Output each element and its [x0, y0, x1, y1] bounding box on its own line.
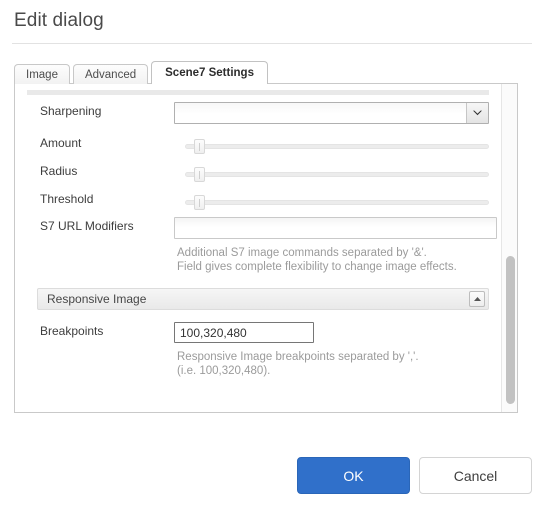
tab-advanced[interactable]: Advanced	[72, 64, 149, 84]
field-row-amount: Amount	[15, 134, 500, 156]
label-sharpening: Sharpening	[40, 104, 102, 118]
panel-scrollbar-thumb[interactable]	[506, 256, 515, 404]
tab-scene7-settings[interactable]: Scene7 Settings	[151, 61, 268, 84]
field-row-breakpoints: Breakpoints	[15, 322, 500, 344]
radius-slider-track	[185, 172, 489, 177]
threshold-slider-handle[interactable]	[194, 195, 205, 210]
label-s7-url-modifiers: S7 URL Modifiers	[40, 219, 134, 233]
cancel-button[interactable]: Cancel	[419, 457, 532, 494]
title-divider	[12, 43, 532, 44]
chevron-down-icon[interactable]	[466, 103, 488, 123]
amount-slider-handle[interactable]	[194, 139, 205, 154]
panel-vertical-scrollbar[interactable]	[501, 84, 517, 412]
panel-scroll-content: Sharpening Amount Radius Threshold S7 UR…	[15, 84, 500, 412]
radius-slider[interactable]	[177, 167, 489, 182]
chevron-up-icon[interactable]	[469, 291, 485, 307]
amount-slider[interactable]	[177, 139, 489, 154]
tab-image[interactable]: Image	[14, 64, 70, 84]
breakpoints-input[interactable]	[174, 322, 314, 343]
field-row-threshold: Threshold	[15, 190, 500, 212]
section-title-responsive-image: Responsive Image	[47, 292, 147, 306]
label-radius: Radius	[40, 164, 78, 178]
field-row-sharpening: Sharpening	[15, 102, 500, 124]
tab-strip: Image Advanced Scene7 Settings	[14, 61, 271, 84]
field-row-radius: Radius	[15, 162, 500, 184]
threshold-slider-track	[185, 200, 489, 205]
s7-url-modifiers-input[interactable]	[174, 217, 497, 239]
hint-breakpoints: Responsive Image breakpoints separated b…	[177, 351, 419, 377]
label-amount: Amount	[40, 136, 82, 150]
radius-slider-handle[interactable]	[194, 167, 205, 182]
field-row-s7-url-modifiers: S7 URL Modifiers	[15, 217, 500, 239]
sharpening-select[interactable]	[174, 102, 489, 124]
tab-panel-scene7-settings: Sharpening Amount Radius Threshold S7 UR…	[14, 83, 518, 413]
section-header-responsive-image[interactable]: Responsive Image	[37, 288, 489, 310]
hint-s7-url-modifiers: Additional S7 image commands separated b…	[177, 247, 457, 273]
amount-slider-track	[185, 144, 489, 149]
ok-button[interactable]: OK	[297, 457, 410, 494]
panel-top-strip	[27, 90, 489, 95]
label-breakpoints: Breakpoints	[40, 324, 104, 338]
threshold-slider[interactable]	[177, 195, 489, 210]
page-title: Edit dialog	[14, 10, 104, 31]
label-threshold: Threshold	[40, 192, 94, 206]
